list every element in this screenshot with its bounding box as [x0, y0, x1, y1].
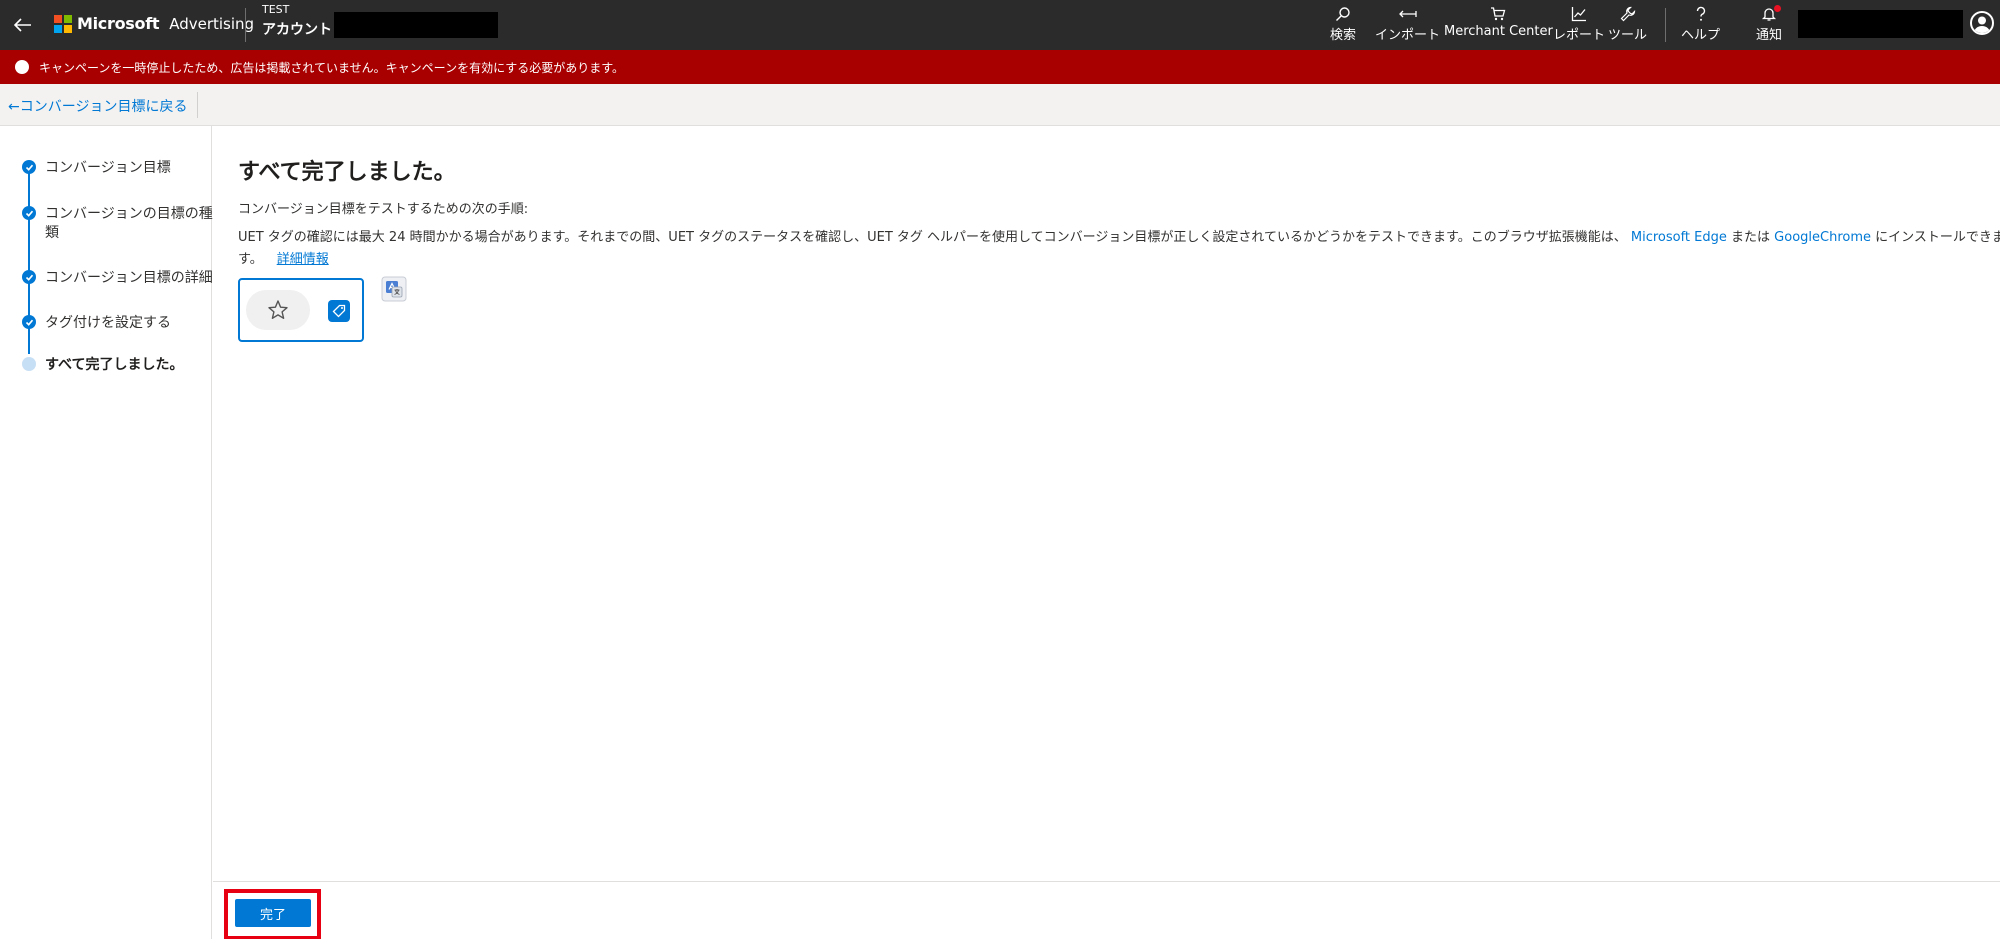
- chart-line-icon: [1571, 7, 1586, 22]
- brand-logo[interactable]: Microsoft Advertising: [54, 14, 254, 33]
- next-steps-subtitle: コンバージョン目標をテストするための次の手順:: [238, 202, 529, 217]
- account-label: アカウント: [262, 22, 332, 38]
- notification-badge: [1774, 5, 1781, 12]
- star-icon: [268, 300, 288, 319]
- step-all-done: すべて完了しました。: [22, 356, 213, 375]
- header-divider-2: [1665, 8, 1666, 42]
- nav-merchant-center[interactable]: Merchant Center: [1444, 6, 1553, 44]
- step-goal-details[interactable]: コンバージョン目標の詳細: [22, 269, 213, 288]
- current-step-dot-icon: [22, 357, 36, 371]
- check-circle-icon: [22, 270, 36, 284]
- check-circle-icon: [22, 160, 36, 174]
- nav-tools[interactable]: ツール: [1608, 6, 1647, 44]
- uet-tag-helper-icon: [328, 300, 350, 322]
- check-circle-icon: [22, 315, 36, 329]
- wizard-stepper: コンバージョン目標 コンバージョンの目標の種類 コンバージョン目標の詳細 タグ付…: [0, 126, 213, 939]
- back-to-conversion-goals-link[interactable]: ←コンバージョン目標に戻る: [8, 96, 187, 116]
- translate-icon[interactable]: [381, 276, 407, 302]
- uet-tag-helper-extension-preview: [238, 278, 364, 342]
- user-avatar-icon: [1974, 16, 1990, 33]
- stepper-progress-line: [28, 168, 30, 328]
- campaign-paused-alert: キャンペーンを一時停止したため、広告は掲載されていません。キャンペーンを有効にす…: [0, 50, 2000, 84]
- back-arrow-icon[interactable]: [10, 12, 36, 38]
- page-title: すべて完了しました。: [238, 160, 456, 185]
- account-name-redacted: [334, 12, 498, 38]
- search-icon: [1336, 7, 1350, 21]
- nav-import[interactable]: インポート: [1375, 6, 1440, 44]
- uet-instructions-paragraph: UET タグの確認には最大 24 時間かかる場合があります。それまでの間、UET…: [238, 230, 2000, 267]
- step-goal-type[interactable]: コンバージョンの目標の種類: [22, 205, 213, 243]
- microsoft-edge-link[interactable]: Microsoft Edge: [1631, 230, 1727, 245]
- done-button[interactable]: 完了: [235, 899, 311, 927]
- alert-circle-icon: [15, 60, 29, 74]
- alert-message: キャンペーンを一時停止したため、広告は掲載されていません。キャンペーンを有効にす…: [39, 60, 625, 75]
- browser-toolbar-pill: [246, 290, 310, 330]
- nav-help[interactable]: ヘルプ: [1681, 6, 1720, 44]
- check-circle-icon: [22, 206, 36, 220]
- question-mark-icon: [1696, 6, 1705, 21]
- breadcrumb: ←コンバージョン目標に戻る: [0, 84, 2000, 126]
- wrench-icon: [1620, 6, 1635, 22]
- wizard-footer: 完了: [213, 881, 2000, 939]
- nav-notifications[interactable]: 通知: [1756, 5, 1782, 44]
- learn-more-link[interactable]: 詳細情報: [277, 252, 329, 267]
- product-name: Advertising: [169, 14, 255, 33]
- breadcrumb-divider: [197, 92, 198, 118]
- nav-search[interactable]: 検索: [1330, 6, 1356, 44]
- import-arrows-icon: [1398, 10, 1417, 18]
- google-chrome-link[interactable]: GoogleChrome: [1774, 230, 1871, 245]
- top-header: Microsoft Advertising TEST アカウント 検索 インポー…: [0, 0, 2000, 50]
- user-name-redacted: [1798, 10, 1963, 38]
- step-conversion-goal[interactable]: コンバージョン目標: [22, 159, 213, 178]
- microsoft-logo-icon: [54, 14, 72, 33]
- brand-name: Microsoft: [77, 14, 160, 33]
- header-divider: [245, 8, 246, 42]
- main-content: すべて完了しました。 コンバージョン目標をテストするための次の手順: UET タ…: [213, 126, 2000, 881]
- nav-reports[interactable]: レポート: [1553, 6, 1605, 44]
- cart-icon: [1491, 7, 1506, 21]
- step-setup-tagging[interactable]: タグ付けを設定する: [22, 314, 213, 333]
- account-switcher[interactable]: TEST アカウント: [262, 3, 498, 39]
- avatar[interactable]: [1970, 11, 1994, 35]
